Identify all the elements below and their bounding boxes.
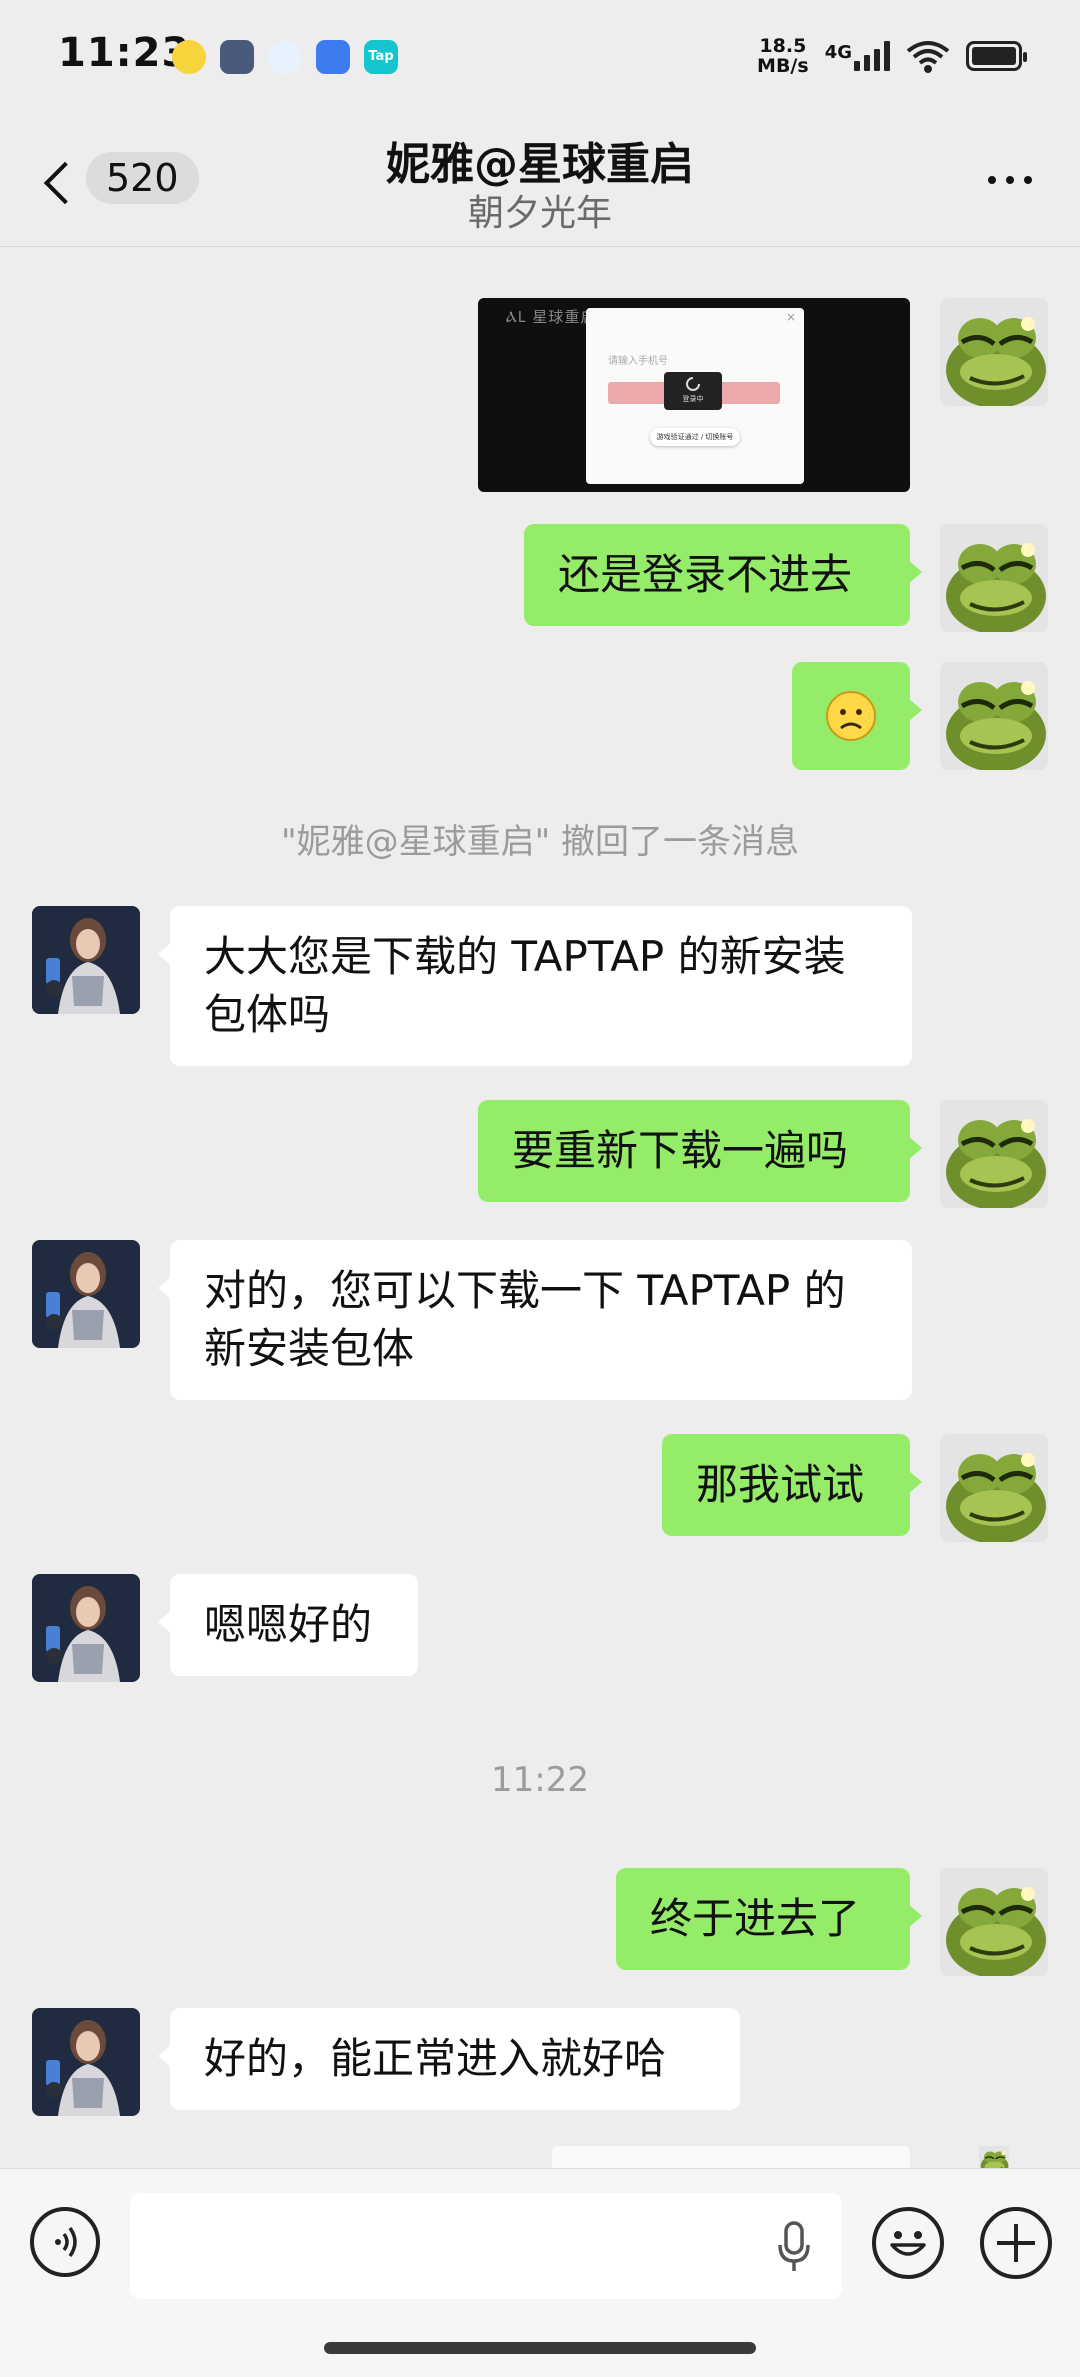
qq-icon bbox=[268, 40, 302, 74]
voice-mode-icon[interactable] bbox=[30, 2207, 100, 2277]
emoji-icon[interactable] bbox=[872, 2207, 944, 2279]
close-icon: × bbox=[785, 310, 796, 324]
browser-icon bbox=[316, 40, 350, 74]
message-bubble-mine[interactable]: 还是登录不进去 bbox=[524, 524, 922, 626]
network-speed: 18.5 MB/s bbox=[757, 35, 809, 77]
wifi-icon bbox=[906, 41, 950, 73]
message-input[interactable] bbox=[130, 2193, 842, 2299]
contact-avatar[interactable] bbox=[32, 2008, 140, 2116]
game-logo-text: ⲀⳐ 星球重启 bbox=[506, 308, 597, 326]
plus-icon[interactable] bbox=[980, 2207, 1052, 2279]
login-dialog-thumbnail: × 请输入手机号 登录中 游戏验证通过 / 切换账号 bbox=[586, 308, 804, 484]
status-bar: 11:23 Tap 18.5 MB/s 4G bbox=[0, 0, 1080, 118]
message-bubble-mine[interactable]: 要重新下载一遍吗 bbox=[478, 1100, 922, 1202]
more-options-icon[interactable] bbox=[988, 176, 1032, 184]
clock: 11:23 bbox=[58, 30, 191, 76]
notification-icons: Tap bbox=[172, 40, 398, 74]
message-bubble-theirs[interactable]: 好的，能正常进入就好哈 bbox=[158, 2008, 740, 2110]
my-avatar[interactable] bbox=[940, 298, 1048, 406]
message-bubble-mine[interactable]: 终于进去了 bbox=[616, 1868, 922, 1970]
chat-title: 妮雅@星球重启 bbox=[386, 139, 694, 190]
recall-notice: "妮雅@星球重启" 撤回了一条消息 bbox=[280, 822, 800, 862]
my-avatar[interactable] bbox=[940, 662, 1048, 770]
my-avatar[interactable] bbox=[940, 524, 1048, 632]
contact-avatar[interactable] bbox=[32, 1574, 140, 1682]
microphone-icon[interactable] bbox=[774, 2219, 814, 2275]
phone-placeholder: 请输入手机号 bbox=[608, 356, 668, 367]
message-bubble-theirs[interactable]: 大大您是下载的 TAPTAP 的新安装包体吗 bbox=[158, 906, 912, 1066]
qq-music-icon bbox=[172, 40, 206, 74]
battery-icon bbox=[966, 41, 1027, 71]
message-bubble-mine[interactable]: 那我试试 bbox=[662, 1434, 922, 1536]
message-bubble-theirs[interactable]: 嗯嗯好的 bbox=[158, 1574, 418, 1676]
cell-signal-icon: 4G bbox=[825, 41, 890, 71]
my-avatar[interactable] bbox=[940, 1100, 1048, 1208]
message-bubble-mine[interactable]: ☹ bbox=[792, 662, 922, 770]
game-icon bbox=[220, 40, 254, 74]
timestamp: 11:22 bbox=[491, 1760, 589, 1800]
status-indicators: 18.5 MB/s 4G bbox=[757, 35, 1027, 77]
taptap-icon: Tap bbox=[364, 40, 398, 74]
switch-account-pill: 游戏验证通过 / 切换账号 bbox=[650, 428, 740, 446]
frown-emoji-icon bbox=[826, 691, 876, 741]
contact-avatar[interactable] bbox=[32, 1240, 140, 1348]
my-avatar[interactable] bbox=[940, 1434, 1048, 1542]
chat-subtitle: 朝夕光年 bbox=[467, 193, 612, 234]
home-indicator[interactable] bbox=[324, 2342, 756, 2354]
image-message[interactable]: ⲀⳐ 星球重启 × 请输入手机号 登录中 游戏验证通过 / 切换账号 bbox=[478, 298, 910, 492]
my-avatar[interactable] bbox=[940, 1868, 1048, 1976]
chat-header: 520 妮雅@星球重启 朝夕光年 bbox=[0, 118, 1080, 247]
contact-avatar[interactable] bbox=[32, 906, 140, 1014]
loading-toast: 登录中 bbox=[664, 372, 722, 410]
message-bubble-theirs[interactable]: 对的，您可以下载一下 TAPTAP 的新安装包体 bbox=[158, 1240, 912, 1400]
